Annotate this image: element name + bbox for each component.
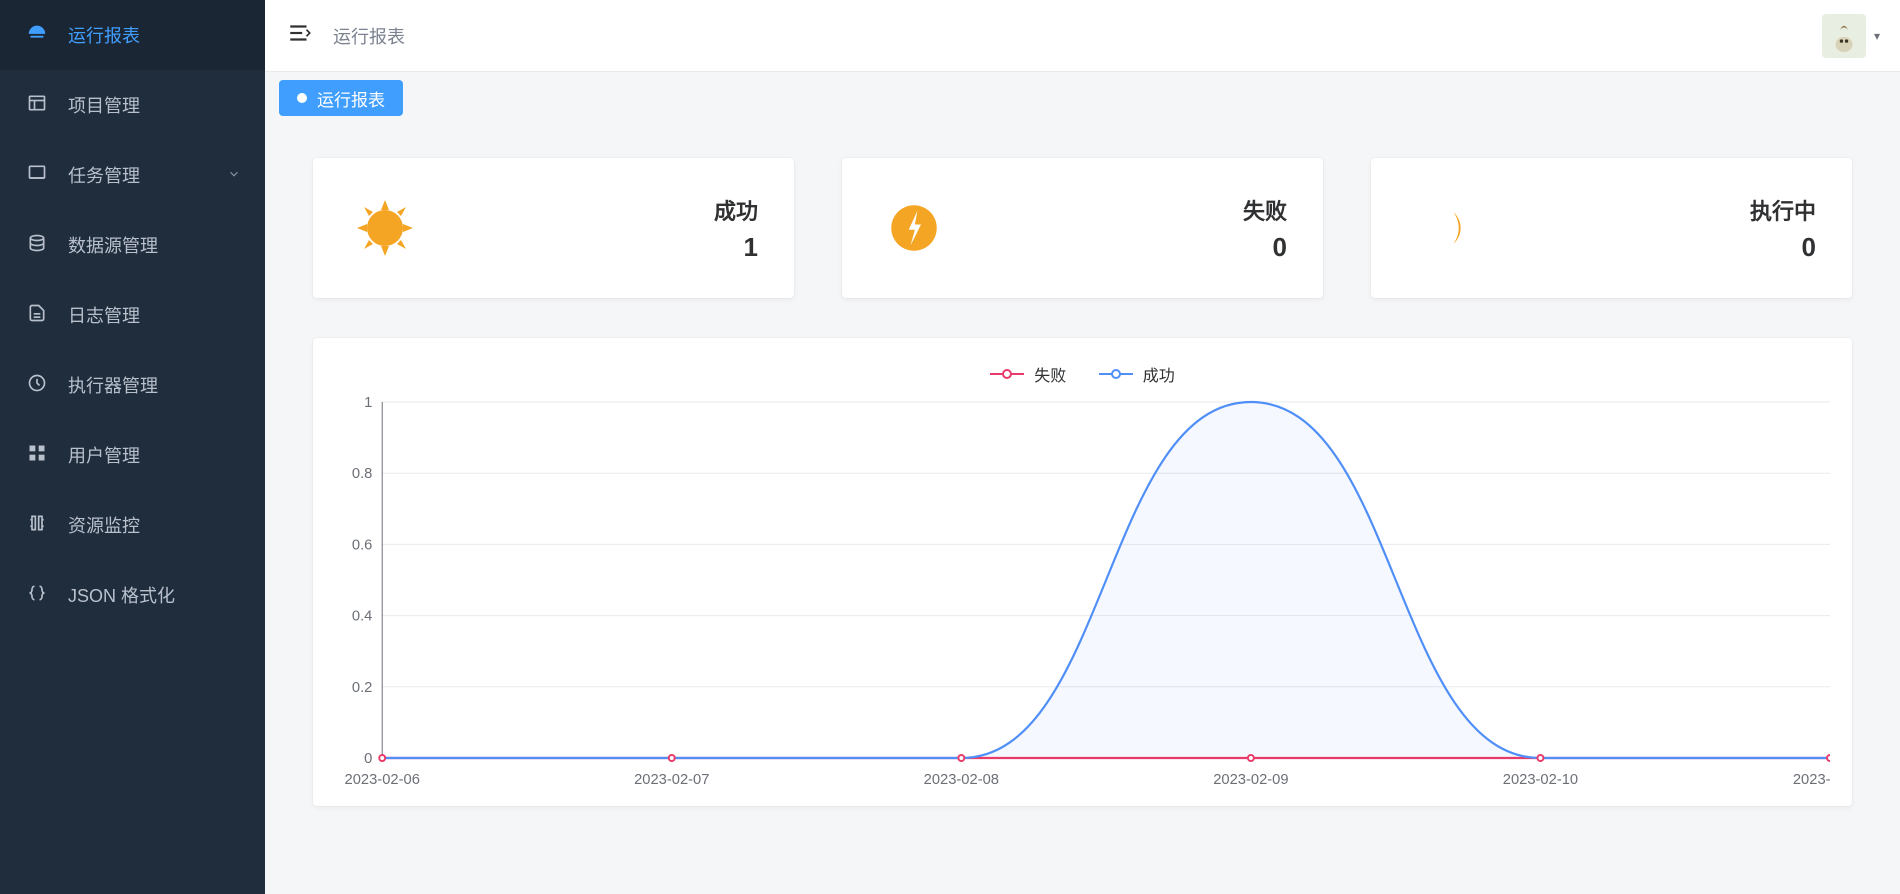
lightning-icon bbox=[878, 192, 950, 264]
svg-text:2023-02-10: 2023-02-10 bbox=[1503, 772, 1578, 788]
card-value: 1 bbox=[421, 232, 758, 263]
chart-legend: 失败 成功 bbox=[335, 362, 1830, 386]
caret-down-icon: ▾ bbox=[1874, 29, 1880, 43]
executor-icon bbox=[24, 373, 50, 398]
sidebar-item-label: 执行器管理 bbox=[68, 372, 241, 398]
legend-item-fail[interactable]: 失败 bbox=[990, 362, 1066, 386]
svg-text:2023-02-06: 2023-02-06 bbox=[345, 772, 420, 788]
sidebar-item-log[interactable]: 日志管理 bbox=[0, 280, 265, 350]
datasource-icon bbox=[24, 233, 50, 258]
user-menu[interactable]: ▾ bbox=[1822, 14, 1880, 58]
tab-label: 运行报表 bbox=[317, 86, 385, 111]
card-success: 成功 1 bbox=[313, 158, 794, 298]
sidebar-item-label: 项目管理 bbox=[68, 92, 241, 118]
sidebar-item-datasource[interactable]: 数据源管理 bbox=[0, 210, 265, 280]
sun-icon bbox=[349, 192, 421, 264]
card-running: 执行中 0 bbox=[1371, 158, 1852, 298]
legend-label: 失败 bbox=[1034, 362, 1066, 386]
sidebar-item-task[interactable]: 任务管理 bbox=[0, 140, 265, 210]
chart-panel: 失败 成功 0 0.2 0.4 0.6 0.8 1 2023-02-06 2023-02-07… bbox=[313, 338, 1852, 806]
legend-label: 成功 bbox=[1143, 362, 1175, 386]
content: 运行报表 成功 1 失败 0 bbox=[265, 72, 1900, 894]
card-title: 成功 bbox=[421, 194, 758, 226]
header: 运行报表 ▾ bbox=[265, 0, 1900, 72]
tab-report[interactable]: 运行报表 bbox=[279, 80, 403, 116]
svg-text:2023-02-08: 2023-02-08 bbox=[924, 772, 999, 788]
user-icon bbox=[24, 443, 50, 468]
moon-icon bbox=[1407, 192, 1479, 264]
chevron-down-icon bbox=[227, 167, 241, 184]
sidebar-item-report[interactable]: 运行报表 bbox=[0, 0, 265, 70]
log-icon bbox=[24, 303, 50, 328]
card-value: 0 bbox=[1479, 232, 1816, 263]
svg-text:0: 0 bbox=[364, 751, 372, 767]
sidebar-item-label: 用户管理 bbox=[68, 442, 241, 468]
sidebar-item-label: 运行报表 bbox=[68, 22, 241, 48]
svg-text:0.8: 0.8 bbox=[352, 466, 372, 482]
sidebar-item-label: 任务管理 bbox=[68, 162, 227, 188]
sidebar-item-project[interactable]: 项目管理 bbox=[0, 70, 265, 140]
sidebar-item-label: 数据源管理 bbox=[68, 232, 241, 258]
svg-text:2023-02-09: 2023-02-09 bbox=[1213, 772, 1288, 788]
sidebar-item-label: 日志管理 bbox=[68, 302, 241, 328]
dashboard-icon bbox=[24, 22, 50, 49]
card-title: 执行中 bbox=[1479, 194, 1816, 226]
svg-text:0.6: 0.6 bbox=[352, 537, 372, 553]
sidebar-item-json[interactable]: JSON 格式化 bbox=[0, 560, 265, 630]
menu-toggle-icon[interactable] bbox=[281, 14, 319, 57]
svg-text:1: 1 bbox=[364, 395, 372, 411]
project-icon bbox=[24, 93, 50, 118]
sidebar-item-user[interactable]: 用户管理 bbox=[0, 420, 265, 490]
sidebar: 运行报表 项目管理 任务管理 数据源管理 日志管理 执行器管理 bbox=[0, 0, 265, 894]
sidebar-item-label: JSON 格式化 bbox=[68, 582, 241, 608]
card-fail: 失败 0 bbox=[842, 158, 1323, 298]
sidebar-item-executor[interactable]: 执行器管理 bbox=[0, 350, 265, 420]
chart[interactable]: 0 0.2 0.4 0.6 0.8 1 2023-02-06 2023-02-07 2023-0… bbox=[335, 392, 1830, 796]
monitor-icon bbox=[24, 513, 50, 538]
tab-active-dot-icon bbox=[297, 93, 307, 103]
stat-cards: 成功 1 失败 0 执行中 0 bbox=[313, 158, 1852, 298]
sidebar-item-monitor[interactable]: 资源监控 bbox=[0, 490, 265, 560]
svg-text:2023-02-11: 2023-02-11 bbox=[1793, 772, 1830, 788]
card-title: 失败 bbox=[950, 194, 1287, 226]
svg-text:2023-02-07: 2023-02-07 bbox=[634, 772, 709, 788]
card-value: 0 bbox=[950, 232, 1287, 263]
avatar bbox=[1822, 14, 1866, 58]
sidebar-item-label: 资源监控 bbox=[68, 512, 241, 538]
tabs-bar: 运行报表 bbox=[265, 72, 1900, 118]
svg-text:0.2: 0.2 bbox=[352, 680, 372, 696]
svg-text:0.4: 0.4 bbox=[352, 609, 372, 625]
breadcrumb: 运行报表 bbox=[333, 23, 405, 49]
task-icon bbox=[24, 163, 50, 188]
legend-item-success[interactable]: 成功 bbox=[1099, 362, 1175, 386]
json-icon bbox=[24, 583, 50, 608]
